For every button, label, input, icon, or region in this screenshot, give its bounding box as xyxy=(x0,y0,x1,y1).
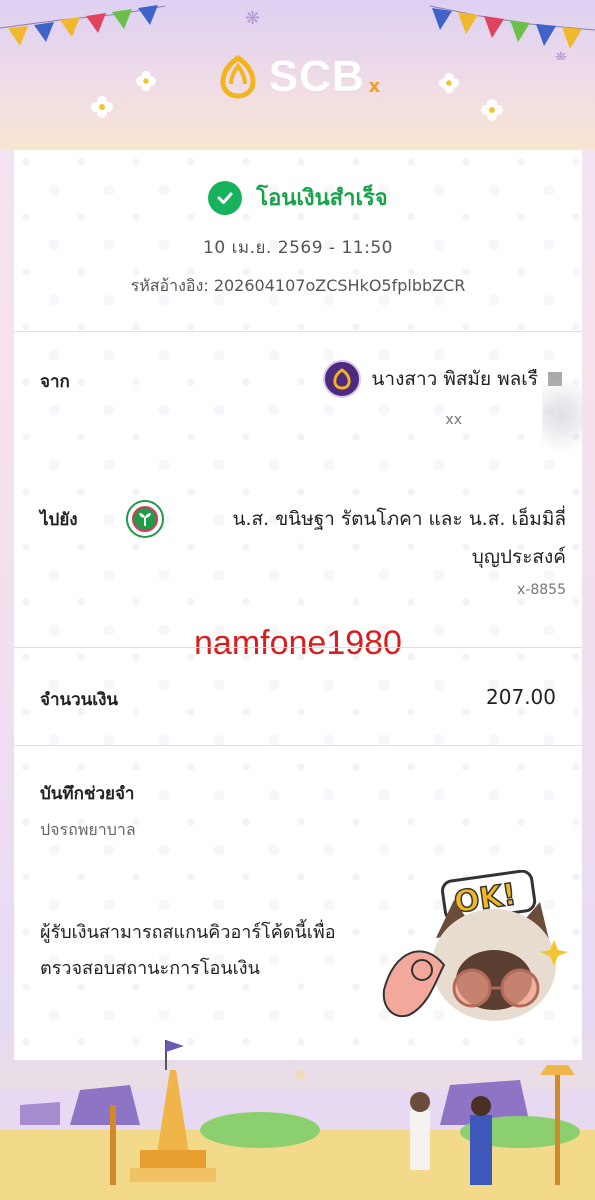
memo-label: บันทึกช่วยจำ xyxy=(40,784,135,804)
scb-logo: SCB x xyxy=(0,52,595,102)
scb-bank-icon xyxy=(323,360,362,398)
reference-number: รหัสอ้างอิง: 202604107oZCSHkO5fplbbZCR xyxy=(130,276,466,295)
status-text: โอนเงินสำเร็จ xyxy=(256,186,388,211)
recipient-name-line1: น.ส. ขนิษฐา รัตนโภคา และ น.ส. เอ็มมิลี่ xyxy=(232,508,566,530)
to-label: ไปยัง xyxy=(40,510,78,530)
cat-ok-sticker: OK! xyxy=(382,870,568,1021)
sender-name: นางสาว พิสมัย พลเรื xyxy=(371,368,538,390)
recipient-account: x-8855 xyxy=(517,582,566,598)
header-banner: ❋ ❋ ❋ SCB x xyxy=(0,0,595,150)
transaction-datetime: 10 เม.ย. 2569 - 11:50 xyxy=(203,238,393,258)
redaction-blur xyxy=(542,365,582,465)
logo-mark: x xyxy=(368,75,381,97)
bunting-decoration: ❋ ❋ ❋ xyxy=(0,5,595,60)
amount-value: 207.00 xyxy=(486,685,556,709)
svg-text:❋: ❋ xyxy=(245,8,260,29)
recipient-name-line2: บุญประสงค์ xyxy=(471,546,566,568)
divider xyxy=(14,647,582,648)
divider xyxy=(14,331,582,332)
logo-text: SCB xyxy=(268,52,365,101)
watermark-text: namfone1980 xyxy=(194,624,402,662)
divider xyxy=(14,745,582,746)
receipt-card: โอนเงินสำเร็จ 10 เม.ย. 2569 - 11:50 รหัส… xyxy=(14,150,582,1060)
from-label: จาก xyxy=(40,372,70,392)
to-account: น.ส. ขนิษฐา รัตนโภคา และ น.ส. เอ็มมิลี่ … xyxy=(126,500,566,598)
status-row: โอนเงินสำเร็จ xyxy=(14,180,582,215)
recipient-block: น.ส. ขนิษฐา รัตนโภคา และ น.ส. เอ็มมิลี่ … xyxy=(176,500,566,598)
qr-verify-note: ผู้รับเงินสามารถสแกนคิวอาร์โค้ดนี้เพื่อต… xyxy=(40,922,336,979)
sender-account: xx xyxy=(445,412,462,428)
memo-value: ปจรถพยาบาล xyxy=(40,820,136,839)
kbank-bank-icon xyxy=(126,500,164,538)
songkran-scene-illustration xyxy=(0,1040,595,1200)
amount-label: จำนวนเงิน xyxy=(40,690,119,710)
check-circle-icon xyxy=(208,180,243,215)
from-account: นางสาว พิสมัย พลเรื xyxy=(323,360,562,398)
scb-logo-icon xyxy=(220,54,256,99)
